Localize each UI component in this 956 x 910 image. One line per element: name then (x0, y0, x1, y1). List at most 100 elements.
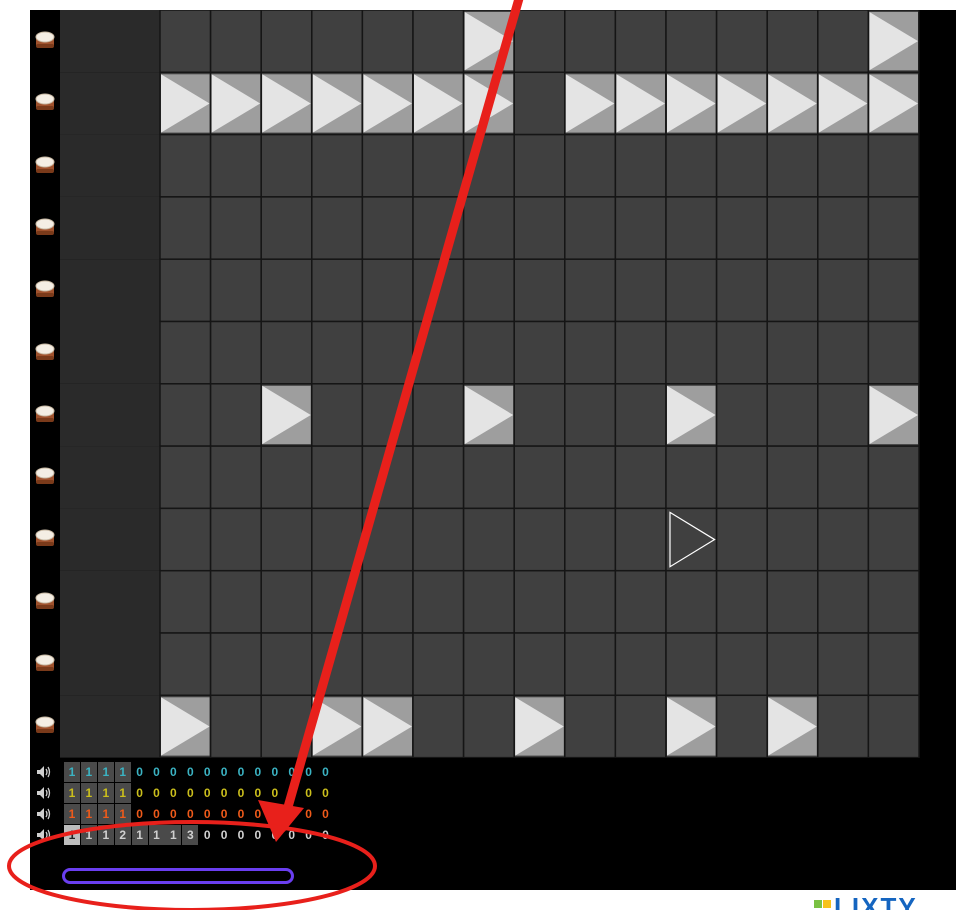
step-cell[interactable] (564, 196, 617, 260)
step-cell[interactable] (462, 632, 515, 697)
step-cell[interactable] (665, 258, 718, 323)
step-cell[interactable] (665, 383, 718, 447)
step-cell[interactable] (766, 320, 819, 385)
step-cell[interactable] (564, 632, 617, 697)
step-cell[interactable] (715, 133, 768, 198)
step-cell[interactable] (564, 133, 617, 198)
step-cell[interactable] (361, 632, 414, 697)
step-cell[interactable] (665, 196, 718, 260)
step-cell[interactable] (817, 445, 870, 510)
step-cell[interactable] (564, 569, 617, 634)
step-cell[interactable] (260, 320, 313, 385)
step-cell[interactable] (159, 507, 212, 572)
step-cell[interactable] (715, 10, 768, 74)
step-cell[interactable] (159, 445, 212, 510)
step-cell[interactable] (564, 445, 617, 510)
step-cell[interactable] (412, 133, 465, 198)
step-cell[interactable] (817, 133, 870, 198)
drum-icon[interactable] (33, 652, 57, 676)
step-cell[interactable] (311, 569, 364, 634)
step-cell[interactable] (260, 133, 313, 198)
step-cell[interactable] (867, 10, 920, 74)
step-cell[interactable] (311, 71, 364, 136)
step-cell[interactable] (209, 196, 262, 260)
step-cell[interactable] (715, 445, 768, 510)
step-cell[interactable] (867, 694, 920, 758)
step-cell[interactable] (513, 383, 566, 447)
step-cell[interactable] (462, 445, 515, 510)
step-cell[interactable] (817, 507, 870, 572)
step-cell[interactable] (209, 258, 262, 323)
step-cell[interactable] (564, 10, 617, 74)
step-cell[interactable] (766, 507, 819, 572)
drum-icon[interactable] (33, 403, 57, 427)
step-cell[interactable] (513, 569, 566, 634)
step-cell[interactable] (867, 507, 920, 572)
drum-icon[interactable] (33, 341, 57, 365)
step-cell[interactable] (564, 507, 617, 572)
step-cell[interactable] (867, 632, 920, 697)
step-cell[interactable] (311, 383, 364, 447)
step-cell[interactable] (614, 507, 667, 572)
step-cell[interactable] (462, 507, 515, 572)
step-cell[interactable] (766, 694, 819, 758)
step-cell[interactable] (614, 445, 667, 510)
step-cell[interactable] (412, 258, 465, 323)
step-cell[interactable] (867, 258, 920, 323)
step-cell[interactable] (513, 71, 566, 136)
step-cell[interactable] (867, 71, 920, 136)
step-cell[interactable] (462, 10, 515, 74)
step-cell[interactable] (715, 569, 768, 634)
speaker-icon[interactable] (36, 828, 52, 842)
drum-icon[interactable] (33, 590, 57, 614)
step-cell[interactable] (513, 694, 566, 758)
step-cell[interactable] (513, 258, 566, 323)
step-cell[interactable] (361, 569, 414, 634)
step-cell[interactable] (260, 569, 313, 634)
step-cell[interactable] (209, 71, 262, 136)
step-cell[interactable] (614, 320, 667, 385)
step-cell[interactable] (614, 258, 667, 323)
step-cell[interactable] (159, 10, 212, 74)
drum-icon[interactable] (33, 91, 57, 115)
step-cell[interactable] (311, 445, 364, 510)
step-cell[interactable] (715, 320, 768, 385)
step-cell[interactable] (209, 320, 262, 385)
drum-icon[interactable] (33, 154, 57, 178)
step-cell[interactable] (159, 632, 212, 697)
step-cell[interactable] (412, 694, 465, 758)
step-cell[interactable] (614, 694, 667, 758)
step-cell[interactable] (867, 383, 920, 447)
step-cell[interactable] (564, 71, 617, 136)
step-cell[interactable] (159, 320, 212, 385)
step-cell[interactable] (513, 507, 566, 572)
step-cell[interactable] (311, 133, 364, 198)
step-cell[interactable] (665, 507, 718, 572)
step-cell[interactable] (361, 196, 414, 260)
drum-icon[interactable] (33, 527, 57, 551)
step-cell[interactable] (159, 694, 212, 758)
step-cell[interactable] (361, 383, 414, 447)
step-cell[interactable] (462, 383, 515, 447)
step-cell[interactable] (209, 10, 262, 74)
step-cell[interactable] (361, 10, 414, 74)
step-cell[interactable] (209, 632, 262, 697)
step-cell[interactable] (412, 71, 465, 136)
step-cell[interactable] (766, 10, 819, 74)
step-cell[interactable] (665, 569, 718, 634)
step-cell[interactable] (209, 507, 262, 572)
step-cell[interactable] (412, 632, 465, 697)
step-cell[interactable] (311, 196, 364, 260)
step-cell[interactable] (412, 445, 465, 510)
step-cell[interactable] (412, 320, 465, 385)
step-cell[interactable] (817, 383, 870, 447)
step-cell[interactable] (361, 507, 414, 572)
step-cell[interactable] (311, 320, 364, 385)
step-cell[interactable] (817, 258, 870, 323)
step-cell[interactable] (513, 133, 566, 198)
step-cell[interactable] (817, 320, 870, 385)
tempo-slider[interactable] (62, 868, 294, 884)
step-cell[interactable] (361, 258, 414, 323)
step-cell[interactable] (412, 569, 465, 634)
step-cell[interactable] (260, 71, 313, 136)
